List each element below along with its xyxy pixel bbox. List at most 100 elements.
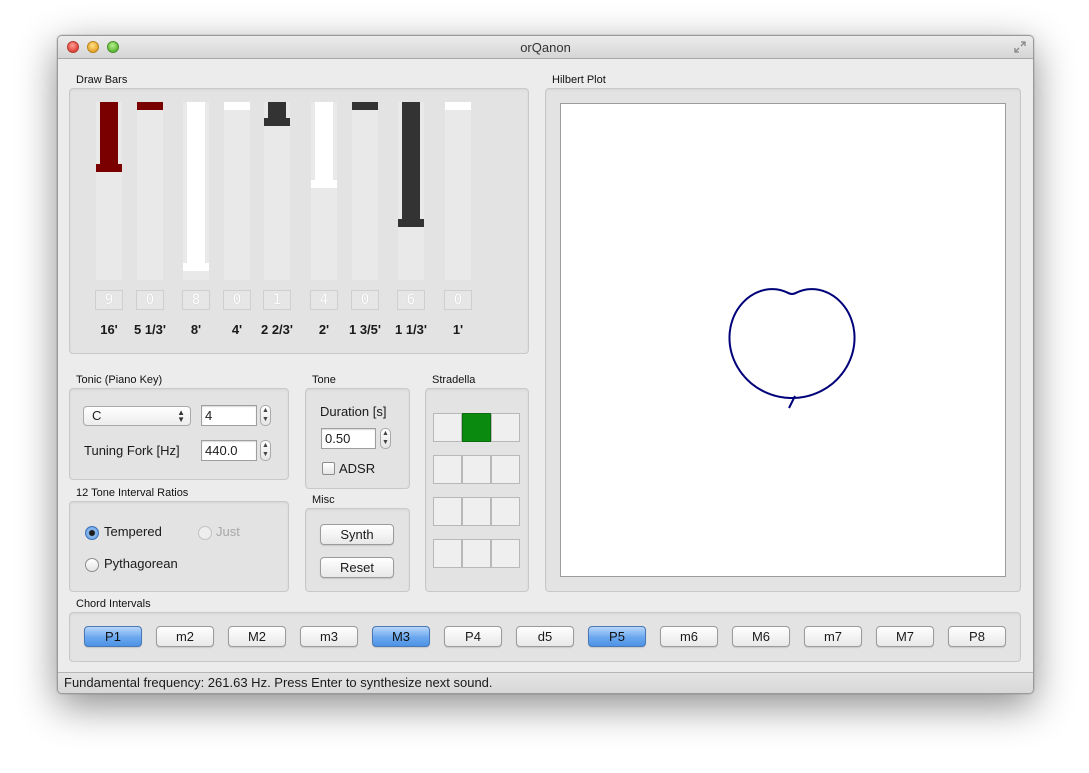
octave-stepper[interactable]: ▲ ▼	[260, 405, 271, 426]
drawbar-handle[interactable]	[137, 102, 163, 110]
drawbar-handle[interactable]	[352, 102, 378, 110]
drawbar-handle[interactable]	[398, 219, 424, 227]
hilbert-panel	[545, 88, 1021, 592]
octave-field[interactable]: 4	[201, 405, 257, 426]
drawbar-handle[interactable]	[445, 102, 471, 110]
tuning-fork-stepper[interactable]: ▲ ▼	[260, 440, 271, 461]
drawbar-7[interactable]	[352, 102, 378, 280]
chords-label: Chord Intervals	[76, 598, 151, 610]
tonic-label: Tonic (Piano Key)	[76, 374, 163, 386]
stradella-button[interactable]	[462, 455, 491, 484]
misc-label: Misc	[312, 494, 335, 506]
just-label: Just	[216, 524, 240, 539]
tonic-key-value: C	[92, 408, 102, 423]
drawbar-label: 1'	[452, 322, 464, 337]
chord-m2-button[interactable]: m2	[156, 626, 214, 647]
drawbar-handle[interactable]	[183, 263, 209, 271]
drawbar-handle[interactable]	[224, 102, 250, 110]
chord-p4-button[interactable]: P4	[444, 626, 502, 647]
app-window: orQanon Draw Bars Tonic (Piano Key) C ▲ ▼…	[57, 35, 1034, 694]
drawbar-value-display: 1	[263, 290, 291, 310]
title-bar[interactable]: orQanon	[58, 36, 1033, 59]
drawbar-9[interactable]	[445, 102, 471, 280]
drawbar-handle[interactable]	[96, 164, 122, 172]
chord-p1-button[interactable]: P1	[84, 626, 142, 647]
drawbar-value-display: 0	[223, 290, 251, 310]
duration-stepper[interactable]: ▲ ▼	[380, 428, 391, 449]
adsr-checkbox[interactable]	[322, 462, 335, 475]
chord-p8-button[interactable]: P8	[948, 626, 1006, 647]
stradella-button[interactable]	[462, 497, 491, 526]
pythagorean-radio[interactable]	[85, 558, 99, 572]
stradella-button[interactable]	[462, 413, 491, 442]
chord-p5-button[interactable]: P5	[588, 626, 646, 647]
status-bar: Fundamental frequency: 261.63 Hz. Press …	[58, 672, 1033, 693]
drawbar-1[interactable]	[96, 102, 122, 280]
drawbar-5[interactable]	[264, 102, 290, 280]
hilbert-plot	[560, 103, 1006, 577]
chord-d5-button[interactable]: d5	[516, 626, 574, 647]
stradella-button[interactable]	[491, 497, 520, 526]
drawbar-fill	[315, 102, 333, 184]
chords-panel: P1 m2 M2 m3 M3 P4 d5 P5 m6 M6 m7 M7 P8	[69, 612, 1021, 662]
drawbar-value-display: 0	[136, 290, 164, 310]
chord-m6-button[interactable]: m6	[660, 626, 718, 647]
drawbar-8[interactable]	[398, 102, 424, 280]
drawbar-4[interactable]	[224, 102, 250, 280]
hilbert-curve	[728, 288, 856, 409]
stradella-button[interactable]	[433, 539, 462, 568]
just-radio	[198, 526, 212, 540]
hilbert-curve-svg	[728, 288, 856, 409]
chord-m6-button[interactable]: M6	[732, 626, 790, 647]
drawbar-3[interactable]	[183, 102, 209, 280]
ratios-panel: Tempered Just Pythagorean	[69, 501, 289, 592]
drawbars-label: Draw Bars	[76, 74, 128, 86]
fullscreen-icon[interactable]	[1013, 40, 1027, 54]
chord-m3-button[interactable]: m3	[300, 626, 358, 647]
drawbar-value-display: 0	[444, 290, 472, 310]
drawbar-handle[interactable]	[264, 118, 290, 126]
ratios-label: 12 Tone Interval Ratios	[76, 487, 189, 499]
drawbar-fill	[187, 102, 205, 267]
select-arrows-icon: ▲ ▼	[177, 408, 185, 424]
drawbar-value-display: 8	[182, 290, 210, 310]
stradella-panel	[425, 388, 529, 592]
stradella-button[interactable]	[491, 539, 520, 568]
adsr-label: ADSR	[339, 461, 376, 476]
tonic-key-select[interactable]: C ▲ ▼	[83, 406, 191, 426]
stradella-button[interactable]	[491, 413, 520, 442]
stradella-button[interactable]	[433, 413, 462, 442]
chord-m2-button[interactable]: M2	[228, 626, 286, 647]
pythagorean-label: Pythagorean	[104, 556, 178, 571]
reset-button[interactable]: Reset	[320, 557, 394, 578]
drawbar-6[interactable]	[311, 102, 337, 280]
drawbar-label: 5 1/3'	[133, 322, 166, 337]
tempered-label: Tempered	[104, 524, 162, 539]
tempered-radio[interactable]	[85, 526, 99, 540]
stradella-button[interactable]	[433, 497, 462, 526]
stradella-label: Stradella	[432, 374, 476, 386]
tonic-panel: C ▲ ▼ 4 ▲ ▼ Tuning Fork [Hz] 440.0 ▲ ▼	[69, 388, 289, 480]
drawbar-2[interactable]	[137, 102, 163, 280]
misc-panel: Synth Reset	[305, 508, 410, 592]
synth-button[interactable]: Synth	[320, 524, 394, 545]
chord-m7-button[interactable]: M7	[876, 626, 934, 647]
stradella-button[interactable]	[433, 455, 462, 484]
duration-field[interactable]: 0.50	[321, 428, 376, 449]
duration-label: Duration [s]	[320, 404, 387, 419]
drawbar-value-display: 4	[310, 290, 338, 310]
drawbar-value-display: 6	[397, 290, 425, 310]
tuning-fork-field[interactable]: 440.0	[201, 440, 257, 461]
drawbar-label: 1 3/5'	[348, 322, 381, 337]
chord-m7-button[interactable]: m7	[804, 626, 862, 647]
stradella-button[interactable]	[491, 455, 520, 484]
drawbar-handle[interactable]	[311, 180, 337, 188]
drawbar-fill	[402, 102, 420, 223]
tone-label: Tone	[312, 374, 336, 386]
stradella-button[interactable]	[462, 539, 491, 568]
drawbar-label: 2 2/3'	[260, 322, 293, 337]
window-title: orQanon	[520, 40, 571, 55]
drawbar-fill	[100, 102, 118, 168]
hilbert-label: Hilbert Plot	[552, 74, 606, 86]
chord-m3-button[interactable]: M3	[372, 626, 430, 647]
